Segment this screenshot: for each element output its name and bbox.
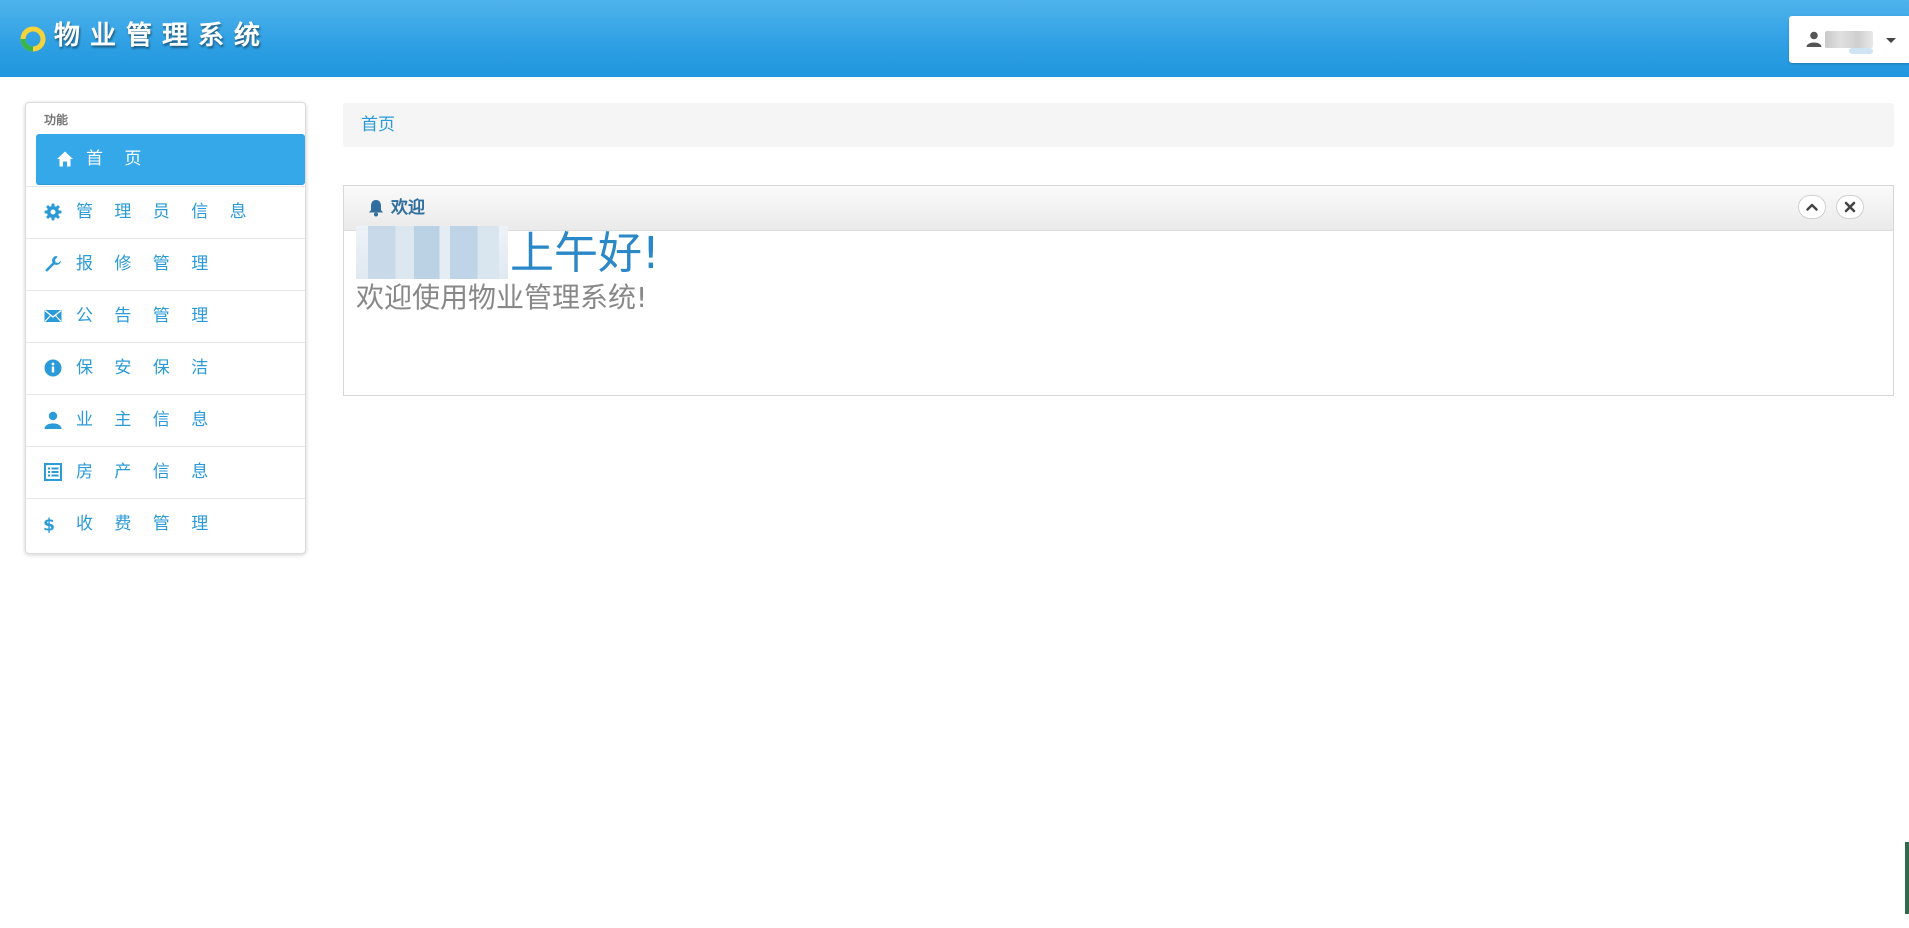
collapse-button[interactable] xyxy=(1798,195,1826,219)
sidebar-heading: 功能 xyxy=(44,113,69,127)
greeting-username xyxy=(356,226,508,279)
gear-icon xyxy=(44,203,62,221)
sidebar-item-home[interactable]: 首 页 xyxy=(36,134,305,185)
sidebar-item-label: 首 页 xyxy=(86,149,150,169)
user-name xyxy=(1825,31,1873,48)
sidebar-item-label: 管 理 员 信 息 xyxy=(76,202,255,222)
caret-down-icon xyxy=(1886,38,1896,43)
sidebar-item-label: 收 费 管 理 xyxy=(76,514,217,534)
envelope-icon xyxy=(44,309,62,322)
sidebar-item-label: 保 安 保 洁 xyxy=(76,358,217,378)
window-edge xyxy=(1905,842,1909,914)
sidebar-item-label: 报 修 管 理 xyxy=(76,254,217,274)
user-icon xyxy=(1806,31,1822,47)
wrench-icon xyxy=(45,256,61,272)
sidebar-item-owner-info[interactable]: 业 主 信 息 xyxy=(26,394,305,444)
sidebar-item-repair[interactable]: 报 修 管 理 xyxy=(26,238,305,288)
greeting-text: 上午好! xyxy=(510,228,660,279)
top-header: 物业管理系统 xyxy=(0,0,1909,77)
chevron-up-icon xyxy=(1806,203,1818,211)
info-icon xyxy=(44,359,62,377)
bell-icon xyxy=(369,200,383,217)
sidebar: 功能 首 页 管 理 员 信 息 报 修 管 理 公 告 管 理 保 安 保 洁… xyxy=(25,102,306,554)
sidebar-item-notice[interactable]: 公 告 管 理 xyxy=(26,290,305,340)
user-menu-button[interactable] xyxy=(1789,16,1909,63)
app-title: 物业管理系统 xyxy=(54,21,271,51)
welcome-box: 欢迎 上午好! 欢迎使用物业管理系统! xyxy=(343,185,1894,396)
svg-text:$: $ xyxy=(44,516,62,534)
user-icon xyxy=(44,411,62,429)
list-icon xyxy=(44,463,62,481)
dollar-icon: $ xyxy=(44,516,62,534)
home-icon xyxy=(57,151,73,167)
close-button[interactable] xyxy=(1836,195,1864,219)
breadcrumb-home-link[interactable]: 首页 xyxy=(361,114,395,136)
sidebar-item-property-info[interactable]: 房 产 信 息 xyxy=(26,446,305,496)
sidebar-item-label: 房 产 信 息 xyxy=(76,462,217,482)
ring-logo-icon xyxy=(20,26,46,52)
welcome-box-title: 欢迎 xyxy=(391,198,425,218)
sidebar-item-label: 公 告 管 理 xyxy=(76,306,217,326)
sidebar-item-admin-info[interactable]: 管 理 员 信 息 xyxy=(26,186,305,236)
sidebar-item-security-cleaning[interactable]: 保 安 保 洁 xyxy=(26,342,305,392)
sidebar-item-fees[interactable]: $ 收 费 管 理 xyxy=(26,498,305,548)
welcome-box-header: 欢迎 xyxy=(344,186,1893,231)
close-icon xyxy=(1844,201,1856,213)
user-name-shadow xyxy=(1849,48,1873,54)
welcome-message: 欢迎使用物业管理系统! xyxy=(356,281,648,314)
breadcrumb: 首页 xyxy=(343,103,1894,147)
sidebar-item-label: 业 主 信 息 xyxy=(76,410,217,430)
